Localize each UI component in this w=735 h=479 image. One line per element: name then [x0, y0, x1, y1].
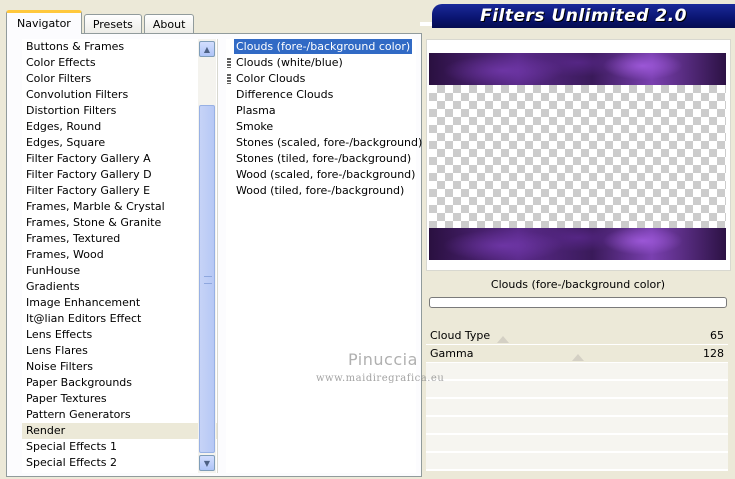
preview-image [429, 53, 726, 260]
scrollbar-thumb[interactable] [199, 105, 215, 453]
category-item[interactable]: Frames, Wood [22, 247, 217, 263]
category-item[interactable]: Edges, Round [22, 119, 217, 135]
slider-thumb[interactable] [497, 336, 509, 343]
filter-item[interactable]: Color Clouds [226, 71, 416, 87]
slider-label: Gamma [430, 347, 474, 360]
category-item[interactable]: Frames, Stone & Granite [22, 215, 217, 231]
slider-thumb[interactable] [572, 354, 584, 361]
grip-icon [227, 58, 231, 68]
empty-slider-row [426, 363, 728, 381]
category-item[interactable]: Special Effects 2 [22, 455, 217, 471]
chevron-up-icon[interactable]: ▲ [199, 41, 215, 57]
empty-slider-row [426, 435, 728, 453]
filter-item-label: Wood (tiled, fore-/background) [236, 184, 405, 197]
category-item[interactable]: Frames, Textured [22, 231, 217, 247]
category-item[interactable]: Color Filters [22, 71, 217, 87]
category-item[interactable]: Render [22, 423, 217, 439]
slider-value: 128 [703, 347, 724, 360]
grip-icon [227, 74, 231, 84]
filter-item[interactable]: Stones (tiled, fore-/background) [226, 151, 416, 167]
category-item[interactable]: Paper Backgrounds [22, 375, 217, 391]
filter-item[interactable]: Clouds (white/blue) [226, 55, 416, 71]
filter-item[interactable]: Clouds (fore-/background color) [226, 39, 416, 55]
category-item[interactable]: Filter Factory Gallery A [22, 151, 217, 167]
category-item[interactable]: It@lian Editors Effect [22, 311, 217, 327]
category-item[interactable]: Lens Effects [22, 327, 217, 343]
tab-presets[interactable]: Presets [83, 14, 142, 34]
category-item[interactable]: FunHouse [22, 263, 217, 279]
category-list: Buttons & Frames Color Effects Color Filte… [22, 39, 218, 473]
preview-cloud-band-top [429, 53, 726, 85]
filter-list: Clouds (fore-/background color) Clouds (w… [226, 39, 422, 473]
filter-item[interactable]: Wood (scaled, fore-/background) [226, 167, 416, 183]
empty-slider-row [426, 453, 728, 471]
category-item[interactable]: Lens Flares [22, 343, 217, 359]
category-item[interactable]: Filter Factory Gallery E [22, 183, 217, 199]
category-item[interactable]: Image Enhancement [22, 295, 217, 311]
app-title: Filters Unlimited 2.0 [480, 6, 687, 26]
filter-item-label: Stones (scaled, fore-/background) [236, 136, 423, 149]
category-item[interactable]: Convolution Filters [22, 87, 217, 103]
slider-cloud-type[interactable]: Cloud Type 65 [426, 327, 728, 345]
preview-filter-name: Clouds (fore-/background color) [490, 277, 666, 291]
category-item[interactable]: Edges, Square [22, 135, 217, 151]
filter-item-label: Color Clouds [236, 72, 306, 85]
scrollbar-grip [204, 276, 212, 284]
filter-item[interactable]: Smoke [226, 119, 416, 135]
filter-item-label: Stones (tiled, fore-/background) [236, 152, 412, 165]
slider-label: Cloud Type [430, 329, 491, 342]
filter-item[interactable]: Plasma [226, 103, 416, 119]
category-item[interactable]: Buttons & Frames [22, 39, 217, 55]
filter-item[interactable]: Wood (tiled, fore-/background) [226, 183, 416, 199]
empty-slider-row [426, 399, 728, 417]
category-item[interactable]: Paper Textures [22, 391, 217, 407]
category-item[interactable]: Color Effects [22, 55, 217, 71]
tab-about[interactable]: About [143, 14, 195, 34]
progress-bar [429, 297, 727, 308]
filter-item-label: Smoke [236, 120, 274, 133]
empty-slider-row [426, 381, 728, 399]
category-item[interactable]: Frames, Marble & Crystal [22, 199, 217, 215]
slider-value: 65 [710, 329, 724, 342]
empty-slider-row [426, 417, 728, 435]
tab-navigator[interactable]: Navigator [6, 10, 82, 34]
filter-item[interactable]: Difference Clouds [226, 87, 416, 103]
preview-cloud-band-bottom [429, 228, 726, 260]
category-item[interactable]: Filter Factory Gallery D [22, 167, 217, 183]
filter-item-label: Clouds (fore-/background color) [234, 39, 413, 54]
filter-item-label: Clouds (white/blue) [236, 56, 343, 69]
category-scrollbar[interactable]: ▲ ▼ [198, 39, 216, 473]
filter-item-label: Difference Clouds [236, 88, 334, 101]
tab-bar: Navigator Presets About [6, 8, 196, 34]
category-item[interactable]: Special Effects 1 [22, 439, 217, 455]
filter-controls: Cloud Type 65 Gamma 128 [426, 327, 728, 475]
category-item[interactable]: Distortion Filters [22, 103, 217, 119]
chevron-down-icon[interactable]: ▼ [199, 455, 215, 471]
category-item[interactable]: Noise Filters [22, 359, 217, 375]
watermark-url: www.maidiregrafica.eu [316, 373, 445, 384]
category-item[interactable]: Pattern Generators [22, 407, 217, 423]
category-item[interactable]: Gradients [22, 279, 217, 295]
filter-item[interactable]: Stones (scaled, fore-/background) [226, 135, 422, 151]
title-banner: Filters Unlimited 2.0 [432, 4, 735, 28]
filter-item-label: Plasma [236, 104, 276, 117]
slider-gamma[interactable]: Gamma 128 [426, 345, 728, 363]
watermark-name: Pinuccia [348, 350, 418, 369]
filter-item-label: Wood (scaled, fore-/background) [236, 168, 416, 181]
